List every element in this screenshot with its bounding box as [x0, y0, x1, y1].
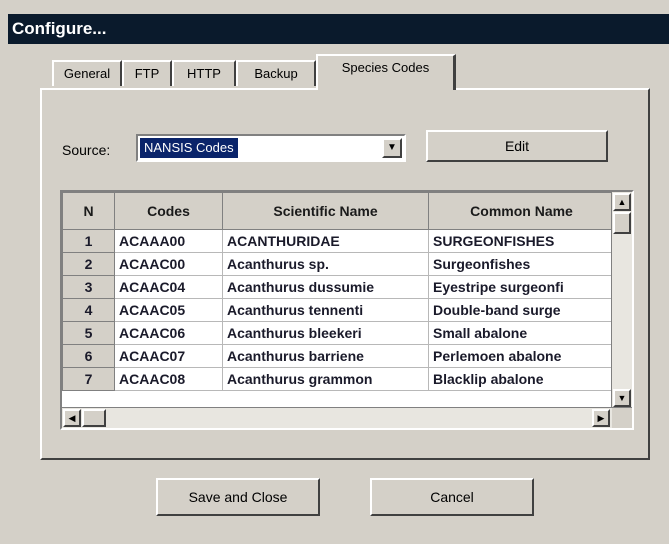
row-number: 4 [62, 298, 115, 322]
tab-backup-label: Backup [254, 66, 298, 81]
header-n[interactable]: N [62, 192, 115, 230]
table-row[interactable]: 6 ACAAC07 Acanthurus barriene Perlemoen aba… [62, 344, 615, 368]
table-row[interactable]: 5 ACAAC06 Acanthurus bleekeri Small abalone [62, 321, 615, 345]
scroll-corner [612, 408, 632, 428]
cell-code[interactable]: ACAAA00 [114, 229, 223, 253]
save-and-close-button[interactable]: Save and Close [156, 478, 320, 516]
source-dropdown[interactable]: NANSIS Codes ▼ [136, 134, 406, 162]
cell-scientific-name[interactable]: Acanthurus barriene [222, 344, 429, 368]
row-number: 6 [62, 344, 115, 368]
configure-dialog: Configure... General FTP HTTP Backup Spe… [0, 0, 669, 544]
edit-button-label: Edit [504, 138, 530, 154]
cancel-button[interactable]: Cancel [370, 478, 534, 516]
horizontal-scroll-thumb[interactable] [82, 409, 106, 427]
arrow-right-icon[interactable]: ▶ [592, 409, 610, 427]
table-row[interactable]: 4 ACAAC05 Acanthurus tennenti Double-band s… [62, 298, 615, 322]
table-row[interactable]: 3 ACAAC04 Acanthurus dussumie Eyestripe sur… [62, 275, 615, 299]
row-number: 2 [62, 252, 115, 276]
cell-scientific-name[interactable]: ACANTHURIDAE [222, 229, 429, 253]
tab-ftp[interactable]: FTP [122, 60, 172, 86]
tab-general[interactable]: General [52, 60, 122, 86]
tab-backup[interactable]: Backup [236, 60, 316, 86]
arrow-down-icon[interactable]: ▼ [613, 389, 631, 407]
row-number: 3 [62, 275, 115, 299]
title-bar[interactable]: Configure... [8, 14, 669, 44]
header-scientific-name[interactable]: Scientific Name [222, 192, 429, 230]
cell-common-name[interactable]: Surgeonfishes [428, 252, 615, 276]
cell-common-name[interactable]: Eyestripe surgeonfi [428, 275, 615, 299]
cell-code[interactable]: ACAAC06 [114, 321, 223, 345]
cell-common-name[interactable]: Small abalone [428, 321, 615, 345]
row-number: 1 [62, 229, 115, 253]
cell-code[interactable]: ACAAC04 [114, 275, 223, 299]
save-and-close-label: Save and Close [188, 489, 288, 505]
tab-general-label: General [63, 66, 111, 81]
source-selected-value: NANSIS Codes [140, 138, 238, 158]
arrow-up-icon[interactable]: ▲ [613, 193, 631, 211]
cell-scientific-name[interactable]: Acanthurus dussumie [222, 275, 429, 299]
edit-button[interactable]: Edit [426, 130, 608, 162]
cell-scientific-name[interactable]: Acanthurus bleekeri [222, 321, 429, 345]
cell-scientific-name[interactable]: Acanthurus grammon [222, 367, 429, 391]
table-header-row: N Codes Scientific Name Common Name [62, 192, 615, 230]
table-row[interactable]: 1 ACAAA00 ACANTHURIDAE SURGEONFISHES [62, 229, 615, 253]
cell-common-name[interactable]: Perlemoen abalone [428, 344, 615, 368]
tab-species-codes-label: Species Codes [341, 60, 430, 75]
cancel-label: Cancel [430, 489, 474, 505]
cell-code[interactable]: ACAAC00 [114, 252, 223, 276]
cell-scientific-name[interactable]: Acanthurus tennenti [222, 298, 429, 322]
cell-common-name[interactable]: Blacklip abalone [428, 367, 615, 391]
arrow-left-icon[interactable]: ◀ [63, 409, 81, 427]
tab-http[interactable]: HTTP [172, 60, 236, 86]
tab-http-label: HTTP [187, 66, 221, 81]
horizontal-scrollbar[interactable]: ◀ ▶ [62, 407, 632, 428]
row-number: 7 [62, 367, 115, 391]
cell-code[interactable]: ACAAC07 [114, 344, 223, 368]
cell-common-name[interactable]: Double-band surge [428, 298, 615, 322]
window-title: Configure... [12, 19, 107, 38]
cell-code[interactable]: ACAAC08 [114, 367, 223, 391]
header-codes[interactable]: Codes [114, 192, 223, 230]
table-row[interactable]: 2 ACAAC00 Acanthurus sp. Surgeonfishes [62, 252, 615, 276]
cell-code[interactable]: ACAAC05 [114, 298, 223, 322]
species-codes-table[interactable]: N Codes Scientific Name Common Name 1 ACA… [60, 190, 634, 430]
source-label: Source: [62, 142, 111, 158]
vertical-scroll-thumb[interactable] [613, 212, 631, 234]
tab-ftp-label: FTP [134, 66, 160, 81]
table-row[interactable]: 7 ACAAC08 Acanthurus grammon Blacklip abalo… [62, 367, 615, 391]
row-number: 5 [62, 321, 115, 345]
cell-common-name[interactable]: SURGEONFISHES [428, 229, 615, 253]
tab-species-codes[interactable]: Species Codes [316, 54, 456, 90]
header-common-name[interactable]: Common Name [428, 192, 615, 230]
chevron-down-icon[interactable]: ▼ [382, 138, 402, 158]
vertical-scrollbar[interactable]: ▲ ▼ [611, 192, 632, 408]
cell-scientific-name[interactable]: Acanthurus sp. [222, 252, 429, 276]
